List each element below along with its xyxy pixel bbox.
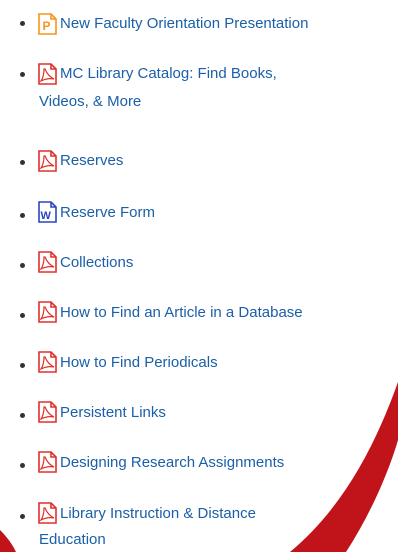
bullet xyxy=(20,313,25,318)
pdf-file-icon xyxy=(38,451,57,473)
bullet xyxy=(20,213,25,218)
link-text: Education xyxy=(39,531,106,548)
svg-text:P: P xyxy=(43,19,51,33)
link-text: Reserve Form xyxy=(60,204,156,221)
pdf-file-icon xyxy=(38,251,57,273)
pdf-file-icon xyxy=(38,502,57,524)
powerpoint-file-icon: P xyxy=(38,13,57,35)
file-link-library-instruction-cont[interactable]: Education xyxy=(39,526,106,553)
file-link-new-faculty-orientation[interactable]: New Faculty Orientation Presentation xyxy=(60,10,308,37)
bullet xyxy=(20,363,25,368)
link-text: Videos, & More xyxy=(39,93,142,110)
file-link-library-instruction[interactable]: Library Instruction & Distance xyxy=(60,500,256,527)
file-link-reserves[interactable]: Reserves xyxy=(60,147,123,174)
link-text: How to Find Periodicals xyxy=(60,354,218,371)
link-text: New Faculty Orientation Presentation xyxy=(60,15,309,32)
bullet xyxy=(20,160,25,165)
bullet xyxy=(20,21,25,26)
link-text: Reserves xyxy=(60,152,124,169)
link-text: Library Instruction & Distance xyxy=(60,505,256,522)
pdf-file-icon xyxy=(38,63,57,85)
file-link-mc-library-catalog-cont[interactable]: Videos, & More xyxy=(39,88,141,115)
file-link-find-periodicals[interactable]: How to Find Periodicals xyxy=(60,349,218,376)
link-text: How to Find an Article in a Database xyxy=(60,304,303,321)
pdf-file-icon xyxy=(38,401,57,423)
file-link-collections[interactable]: Collections xyxy=(60,249,133,276)
file-link-persistent-links[interactable]: Persistent Links xyxy=(60,399,166,426)
bullet xyxy=(20,263,25,268)
file-link-mc-library-catalog[interactable]: MC Library Catalog: Find Books, xyxy=(60,60,277,87)
bullet xyxy=(20,413,25,418)
pdf-file-icon xyxy=(38,351,57,373)
word-file-icon: W xyxy=(38,201,57,223)
bullet xyxy=(20,463,25,468)
bullet xyxy=(20,72,25,77)
file-link-designing-research-assignments[interactable]: Designing Research Assignments xyxy=(60,449,284,476)
file-link-reserve-form[interactable]: Reserve Form xyxy=(60,199,155,226)
pdf-file-icon xyxy=(38,301,57,323)
link-text: Persistent Links xyxy=(60,404,166,421)
link-text: Designing Research Assignments xyxy=(60,454,285,471)
svg-text:W: W xyxy=(41,210,52,222)
link-text: MC Library Catalog: Find Books, xyxy=(60,65,277,82)
bullet xyxy=(20,514,25,519)
pdf-file-icon xyxy=(38,150,57,172)
link-text: Collections xyxy=(60,254,134,271)
file-link-find-article[interactable]: How to Find an Article in a Database xyxy=(60,299,303,326)
